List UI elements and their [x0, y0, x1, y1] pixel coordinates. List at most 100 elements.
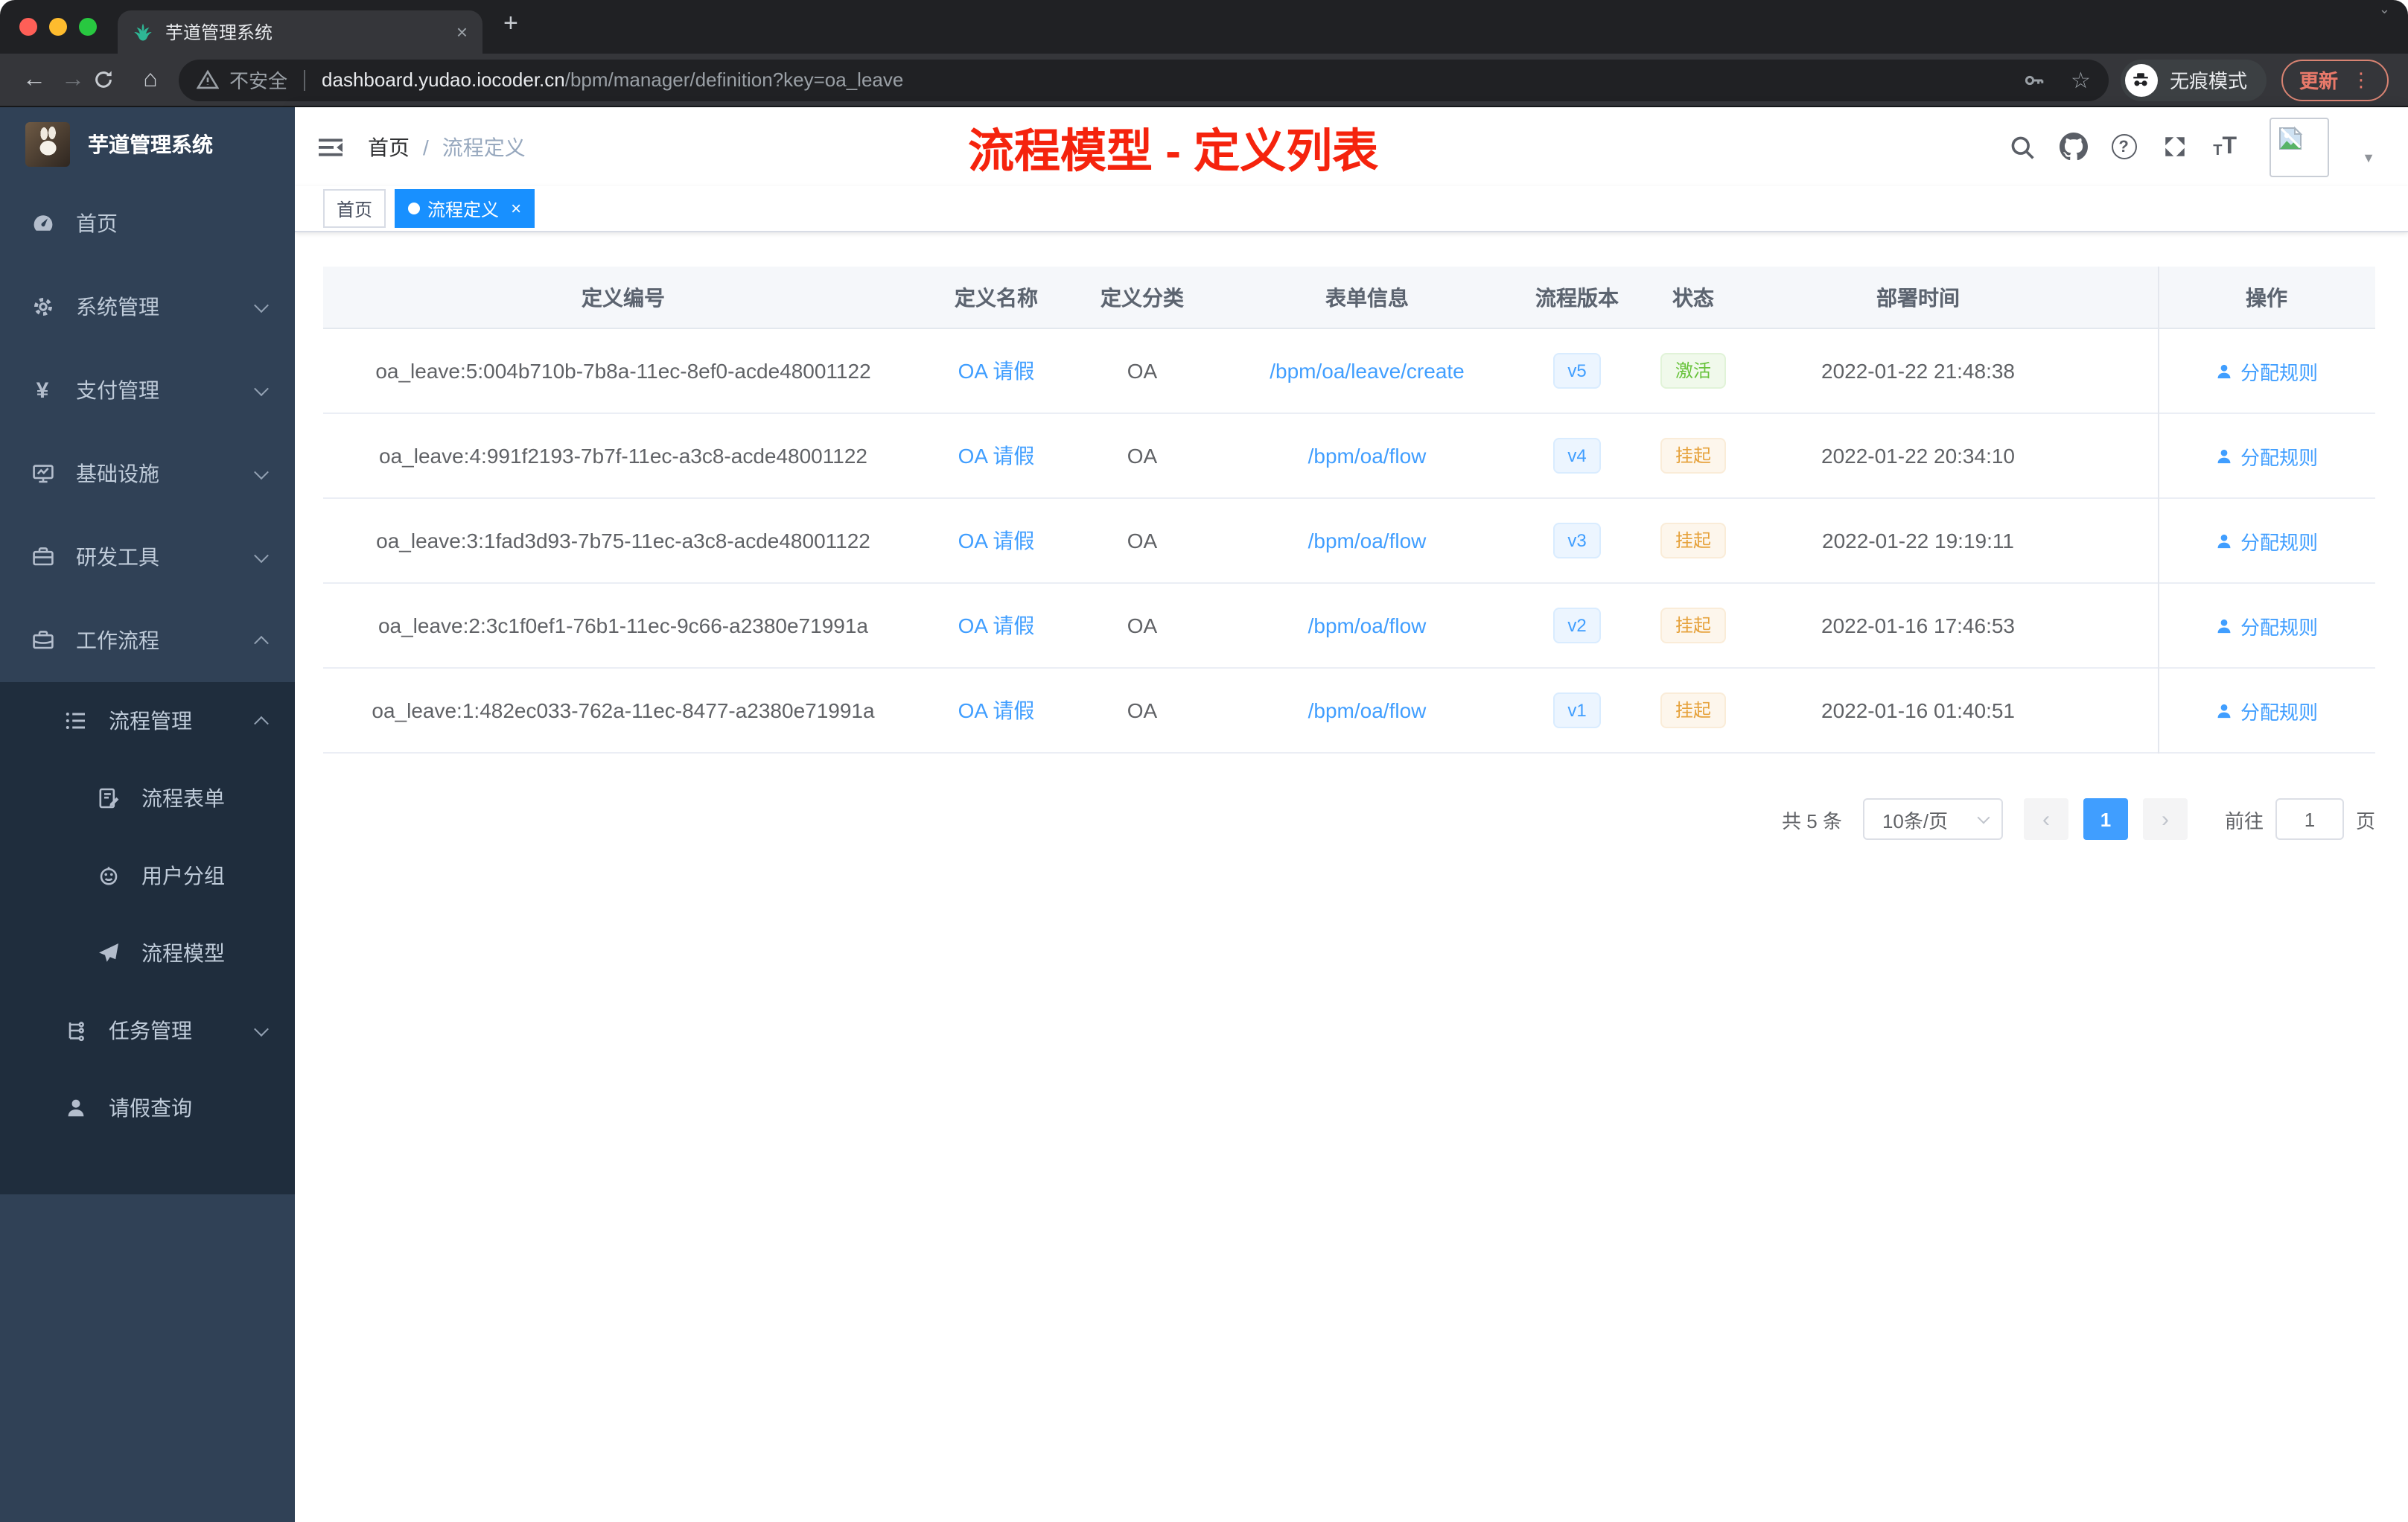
sidebar-item-process-model[interactable]: 流程模型 [0, 914, 295, 992]
sidebar-item-payment[interactable]: ¥ 支付管理 [0, 348, 295, 432]
deploy-time: 2022-01-22 19:19:11 [1822, 529, 2014, 553]
tab-close-icon[interactable]: × [456, 21, 468, 43]
new-tab-button[interactable]: + [503, 9, 518, 39]
gear-icon [30, 295, 55, 319]
column-header: 定义编号 [582, 285, 665, 309]
screen: 芋道管理系统 × + ⌄ ← → ⌂ 不安全 dashboard.yudao.i… [0, 0, 2408, 1522]
main-area: 首页 / 流程定义 流程模型 - 定义列表 ? T T ▼ 首页 流程定义 × … [295, 107, 2408, 1522]
goto-page-input[interactable] [2275, 798, 2344, 840]
monitor-chart-icon [30, 462, 55, 485]
assign-rule-button[interactable]: 分配规则 [2215, 526, 2318, 555]
avatar-caret-down-icon[interactable]: ▼ [2362, 150, 2375, 165]
definition-name-link[interactable]: OA 请假 [958, 359, 1035, 383]
minimize-window-button[interactable] [49, 18, 67, 36]
assign-rule-button[interactable]: 分配规则 [2215, 357, 2318, 385]
tag-home[interactable]: 首页 [323, 189, 386, 228]
reload-button[interactable] [92, 69, 131, 91]
browser-tab[interactable]: 芋道管理系统 × [118, 10, 482, 54]
definition-table: 定义编号 定义名称 定义分类 表单信息 流程版本 状态 部署时间 操作 oa_l… [323, 267, 2375, 754]
total-count: 共 5 条 [1782, 809, 1842, 832]
tab-title: 芋道管理系统 [165, 22, 273, 43]
form-link[interactable]: /bpm/oa/flow [1308, 529, 1427, 553]
sidebar-item-process-management[interactable]: 流程管理 [0, 682, 295, 760]
goto-label: 前往 [2224, 809, 2264, 832]
form-link[interactable]: /bpm/oa/flow [1308, 444, 1427, 468]
close-window-button[interactable] [19, 18, 37, 36]
assign-rule-button[interactable]: 分配规则 [2215, 696, 2318, 725]
home-button[interactable]: ⌂ [131, 66, 170, 93]
definition-id: oa_leave:1:482ec033-762a-11ec-8477-a2380… [372, 698, 875, 722]
sidebar-item-label: 研发工具 [76, 545, 159, 569]
github-icon[interactable] [2058, 133, 2088, 161]
chevron-down-icon [1977, 810, 1990, 824]
table-header-row: 定义编号 定义名称 定义分类 表单信息 流程版本 状态 部署时间 操作 [323, 267, 2375, 329]
bookmark-star-icon[interactable]: ☆ [2071, 66, 2091, 93]
sidebar-item-workflow[interactable]: 工作流程 [0, 599, 295, 682]
sidebar-item-leave-query[interactable]: 请假查询 [0, 1069, 295, 1147]
not-secure-label[interactable]: 不安全 [229, 66, 287, 94]
app-navbar: 首页 / 流程定义 流程模型 - 定义列表 ? T T ▼ [295, 107, 2408, 186]
page-size-value: 10条/页 [1882, 809, 1949, 832]
tab-search-icon[interactable]: ⌄ [2379, 1, 2390, 18]
search-icon[interactable] [2007, 133, 2037, 160]
toolbox-icon [30, 545, 55, 569]
definition-name-link[interactable]: OA 请假 [958, 444, 1035, 468]
help-icon[interactable]: ? [2109, 134, 2138, 159]
robot-face-icon [95, 864, 121, 888]
status-badge: 挂起 [1660, 523, 1726, 558]
sidebar-item-label: 支付管理 [76, 378, 159, 402]
assign-rule-button[interactable]: 分配规则 [2215, 611, 2318, 640]
fullscreen-icon[interactable] [2159, 134, 2189, 159]
definition-name-link[interactable]: OA 请假 [958, 529, 1035, 553]
sidebar-item-task-management[interactable]: 任务管理 [0, 992, 295, 1069]
breadcrumb-home[interactable]: 首页 [368, 132, 410, 162]
url-text[interactable]: dashboard.yudao.iocoder.cn/bpm/manager/d… [322, 69, 903, 91]
form-link[interactable]: /bpm/oa/flow [1308, 614, 1427, 637]
tag-process-definition[interactable]: 流程定义 × [395, 189, 535, 228]
sidebar-item-label: 请假查询 [109, 1096, 192, 1120]
version-badge: v2 [1552, 608, 1602, 643]
definition-id: oa_leave:2:3c1f0ef1-76b1-11ec-9c66-a2380… [378, 614, 868, 637]
column-header: 流程版本 [1535, 285, 1619, 309]
page-number-current[interactable]: 1 [2083, 798, 2128, 840]
zoom-window-button[interactable] [79, 18, 97, 36]
definition-id: oa_leave:4:991f2193-7b7f-11ec-a3c8-acde4… [379, 444, 867, 468]
form-link[interactable]: /bpm/oa/leave/create [1270, 359, 1465, 383]
definition-name-link[interactable]: OA 请假 [958, 698, 1035, 722]
browser-menu-icon[interactable]: ⋮ [2351, 68, 2371, 92]
logo-avatar [25, 122, 70, 167]
url-bar[interactable]: 不安全 dashboard.yudao.iocoder.cn/bpm/manag… [179, 59, 2109, 101]
sidebar-item-dev-tools[interactable]: 研发工具 [0, 515, 295, 599]
paper-plane-icon [95, 941, 121, 965]
sidebar-item-label: 系统管理 [76, 295, 159, 319]
sidebar-submenu-workflow: 流程管理 流程表单 用户分组 流程模型 任务管理 请假查询 [0, 682, 295, 1194]
definition-name-link[interactable]: OA 请假 [958, 614, 1035, 637]
sidebar-item-user-group[interactable]: 用户分组 [0, 837, 295, 914]
collapse-sidebar-icon[interactable] [319, 135, 344, 159]
prev-page-button[interactable]: ‹ [2023, 798, 2068, 840]
dashboard-icon [30, 211, 55, 235]
font-size-icon[interactable]: TT [2210, 134, 2240, 159]
back-button[interactable]: ← [15, 66, 54, 93]
assign-rule-button[interactable]: 分配规则 [2215, 442, 2318, 470]
table-row: oa_leave:4:991f2193-7b7f-11ec-a3c8-acde4… [323, 414, 2375, 499]
sidebar-item-home[interactable]: 首页 [0, 182, 295, 265]
form-link[interactable]: /bpm/oa/flow [1308, 698, 1427, 722]
update-chrome-button[interactable]: 更新 ⋮ [2281, 59, 2389, 101]
page-size-select[interactable]: 10条/页 [1862, 798, 2003, 840]
sidebar-item-process-form[interactable]: 流程表单 [0, 760, 295, 837]
sidebar-item-system[interactable]: 系统管理 [0, 265, 295, 348]
avatar[interactable] [2270, 117, 2330, 176]
column-header: 定义名称 [955, 285, 1038, 309]
chevron-up-icon [254, 634, 269, 650]
password-key-icon[interactable] [2022, 68, 2045, 92]
forward-button[interactable]: → [54, 66, 92, 93]
column-header: 表单信息 [1325, 285, 1409, 309]
version-badge: v1 [1552, 692, 1602, 728]
sidebar-logo[interactable]: 芋道管理系统 [0, 107, 295, 182]
breadcrumb: 首页 / 流程定义 [368, 132, 526, 162]
next-page-button[interactable]: › [2142, 798, 2188, 840]
sidebar-item-label: 工作流程 [76, 628, 159, 652]
sidebar-item-infrastructure[interactable]: 基础设施 [0, 432, 295, 515]
tag-close-icon[interactable]: × [511, 198, 521, 219]
